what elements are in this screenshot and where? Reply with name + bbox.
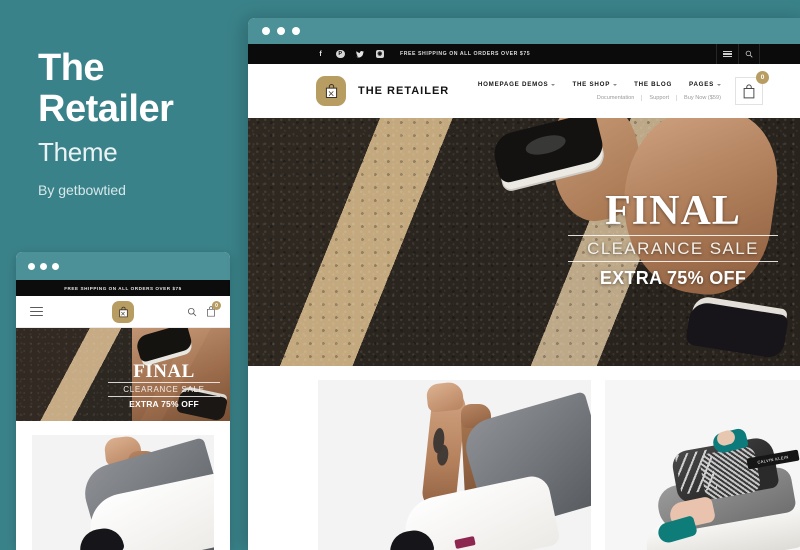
product-image-streetwear[interactable] (318, 380, 591, 550)
nav-item-buy-now[interactable]: Buy Now ($59) (677, 95, 721, 101)
desktop-preview-window: f P ◉ FREE SHIPPING ON ALL ORDERS OVER $… (248, 18, 800, 550)
cart-icon (743, 83, 755, 98)
brand-logo[interactable]: THE RETAILER (316, 76, 449, 106)
sneaker-laces (674, 449, 718, 496)
mobile-preview-window: FREE SHIPPING ON ALL ORDERS OVER $75 0 F… (16, 252, 230, 550)
pinterest-icon[interactable]: P (336, 49, 345, 59)
social-links: f P ◉ (316, 49, 384, 59)
chevron-down-icon (613, 83, 618, 86)
nav-label: PAGES (689, 81, 714, 88)
nav-item-the-blog[interactable]: THE BLOG (634, 81, 672, 88)
mobile-hero-text: FINAL CLEARANCE SALE EXTRA 75% OFF (108, 362, 220, 409)
brand-name: THE RETAILER (358, 85, 450, 97)
product-grid: CALVIN KLEIN (248, 366, 800, 550)
hero-headline: FINAL (133, 361, 195, 382)
chevron-down-icon (551, 83, 556, 86)
model-fist (425, 381, 465, 414)
topbar-actions (716, 44, 760, 64)
page-title-line1: The (38, 47, 105, 89)
nav-label: THE BLOG (634, 81, 673, 88)
product-image-streetwear[interactable] (32, 435, 214, 550)
hero-offer: EXTRA 75% OFF (599, 268, 747, 288)
window-dot-close[interactable] (262, 27, 270, 35)
nav-menus: HOMEPAGE DEMOS THE SHOP THE BLOG PAGES D… (478, 81, 733, 101)
topbar-announcement: FREE SHIPPING ON ALL ORDERS OVER $75 (400, 51, 531, 57)
instagram-icon[interactable]: ◉ (375, 49, 384, 59)
shopping-bag-icon (316, 76, 346, 106)
page-title-line2: Retailer (38, 88, 174, 130)
cart-count-badge: 0 (756, 71, 769, 84)
window-dot-minimize[interactable] (40, 262, 47, 270)
site-header: THE RETAILER HOMEPAGE DEMOS THE SHOP THE… (248, 64, 800, 118)
cart-button[interactable]: 0 (735, 71, 769, 105)
title-block: The Retailer Theme By getbowtied (38, 47, 238, 199)
mobile-window-chrome (16, 252, 230, 280)
nav-item-documentation[interactable]: Documentation (590, 95, 643, 101)
mobile-site-header: 0 (16, 296, 230, 328)
hamburger-icon[interactable] (30, 307, 43, 316)
hero-text-block: FINAL CLEARANCE SALE EXTRA 75% OFF (568, 190, 778, 289)
cart-icon[interactable]: 0 (206, 301, 221, 317)
browser-window-chrome (248, 18, 800, 44)
hero-banner[interactable]: FINAL CLEARANCE SALE EXTRA 75% OFF (248, 118, 800, 366)
cart-count-badge: 0 (212, 301, 221, 310)
page-byline: By getbowtied (38, 182, 126, 198)
nav-label: THE SHOP (572, 81, 611, 88)
mobile-header-actions: 0 (187, 301, 221, 317)
header-nav-area: HOMEPAGE DEMOS THE SHOP THE BLOG PAGES D… (478, 64, 769, 118)
window-dot-maximize[interactable] (52, 262, 59, 270)
hero-offer: EXTRA 75% OFF (129, 399, 199, 409)
hero-subhead: CLEARANCE SALE (108, 382, 220, 397)
hero-subhead: CLEARANCE SALE (568, 235, 778, 262)
mobile-announcement-bar: FREE SHIPPING ON ALL ORDERS OVER $75 (16, 280, 230, 296)
hero-headline: FINAL (605, 188, 741, 234)
hamburger-icon[interactable] (716, 44, 738, 64)
secondary-nav: Documentation Support Buy Now ($59) (590, 95, 721, 101)
left-panel: The Retailer Theme By getbowtied FREE SH… (0, 0, 248, 550)
mobile-product-area (16, 421, 230, 550)
shopping-bag-icon[interactable] (112, 300, 134, 323)
nav-item-support[interactable]: Support (642, 95, 677, 101)
nav-item-the-shop[interactable]: THE SHOP (572, 81, 618, 88)
chevron-down-icon (717, 83, 721, 86)
window-dot-maximize[interactable] (292, 27, 300, 35)
screenshot-root: The Retailer Theme By getbowtied FREE SH… (0, 0, 800, 550)
window-dot-close[interactable] (28, 262, 35, 270)
facebook-icon[interactable]: f (316, 50, 325, 59)
page-subtitle: Theme (38, 137, 118, 167)
mobile-hero-banner[interactable]: FINAL CLEARANCE SALE EXTRA 75% OFF (16, 328, 230, 421)
primary-nav: HOMEPAGE DEMOS THE SHOP THE BLOG PAGES (478, 81, 721, 88)
nav-item-homepage-demos[interactable]: HOMEPAGE DEMOS (478, 81, 556, 88)
window-dot-minimize[interactable] (277, 27, 285, 35)
search-icon[interactable] (738, 44, 760, 64)
site-topbar: f P ◉ FREE SHIPPING ON ALL ORDERS OVER $… (248, 44, 800, 64)
nav-item-pages[interactable]: PAGES (689, 81, 721, 88)
product-image-sneaker[interactable]: CALVIN KLEIN (605, 380, 800, 550)
twitter-icon[interactable] (356, 50, 365, 59)
search-icon[interactable] (187, 307, 197, 317)
nav-label: HOMEPAGE DEMOS (477, 81, 549, 88)
